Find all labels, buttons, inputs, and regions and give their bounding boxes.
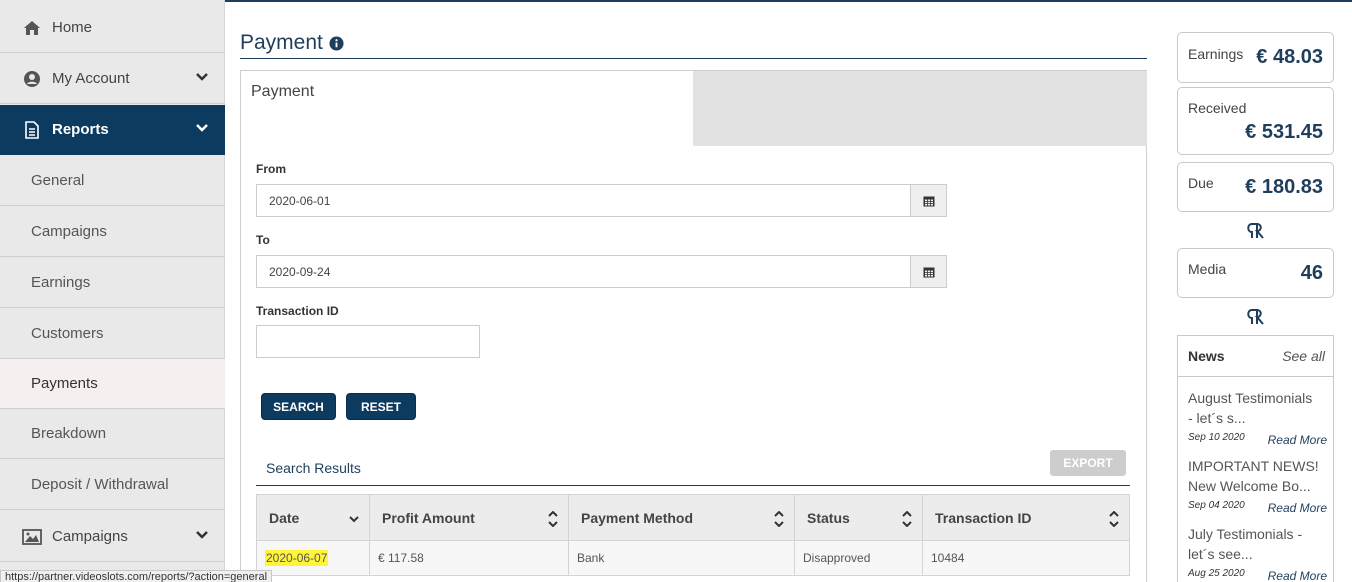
received-card: Received € 531.45 <box>1177 87 1334 155</box>
sidebar-item-general[interactable]: General <box>0 156 225 206</box>
sidebar-item-breakdown[interactable]: Breakdown <box>0 409 225 459</box>
sidebar-item-earnings[interactable]: Earnings <box>0 258 225 308</box>
results-divider <box>256 485 1130 486</box>
from-calendar-button[interactable] <box>910 184 947 217</box>
news-item-title[interactable]: August Testimonials - let´s s... <box>1188 388 1328 428</box>
title-divider <box>240 58 1147 59</box>
account-icon <box>22 69 42 89</box>
news-item-date: Sep 10 2020 <box>1188 432 1245 443</box>
search-results-title: Search Results <box>266 460 361 476</box>
transaction-id-input[interactable] <box>256 325 480 358</box>
sort-icon <box>548 511 558 527</box>
sort-icon <box>774 511 784 527</box>
sidebar-item-reports[interactable]: Reports <box>0 105 225 155</box>
sidebar-item-label: Payments <box>31 375 98 392</box>
sidebar-item-label: Customers <box>31 325 104 342</box>
sort-icon <box>902 511 912 527</box>
image-icon <box>22 527 42 547</box>
news-item-title[interactable]: July Testimonials - let´s see... <box>1188 524 1328 564</box>
chevron-down-icon <box>196 73 208 81</box>
from-date-input[interactable]: 2020-06-01 <box>256 184 911 217</box>
column-header-payment-method[interactable]: Payment Method <box>568 494 795 541</box>
news-divider <box>1178 376 1333 377</box>
sidebar-item-label: Reports <box>52 121 109 138</box>
table-cell-transaction-id: 10484 <box>922 541 1130 576</box>
calendar-icon <box>923 267 934 277</box>
media-card: Media 46 <box>1177 248 1334 298</box>
sidebar-item-payments[interactable]: Payments <box>0 359 225 409</box>
column-header-transaction-id[interactable]: Transaction ID <box>922 494 1130 541</box>
chevron-down-icon <box>196 124 208 132</box>
document-icon <box>22 120 42 140</box>
browser-status-bar: https://partner.videoslots.com/reports/?… <box>0 570 273 582</box>
to-calendar-button[interactable] <box>910 255 947 288</box>
due-card: Due € 180.83 <box>1177 162 1334 212</box>
sidebar: Home My Account Reports General Campaign… <box>0 0 225 582</box>
page-title-text: Payment <box>240 31 323 54</box>
sidebar-item-customers[interactable]: Customers <box>0 309 225 359</box>
sidebar-item-label: Home <box>52 19 93 36</box>
see-all-link[interactable]: See all <box>1282 348 1325 364</box>
page-title: Payment <box>240 31 344 55</box>
home-icon <box>22 18 42 38</box>
column-header-profit-amount[interactable]: Profit Amount <box>369 494 569 541</box>
earnings-card: Earnings € 48.03 <box>1177 32 1334 83</box>
sidebar-item-campaigns[interactable]: Campaigns <box>0 512 225 562</box>
sidebar-item-label: Earnings <box>31 274 91 291</box>
calendar-icon <box>923 196 934 206</box>
search-button[interactable]: SEARCH <box>261 393 336 420</box>
sidebar-item-label: Deposit / Withdrawal <box>31 476 169 493</box>
read-more-link[interactable]: Read More <box>1268 501 1327 515</box>
sidebar-item-campaigns-report[interactable]: Campaigns <box>0 207 225 257</box>
sidebar-item-label: Campaigns <box>31 223 107 240</box>
news-title: News <box>1188 348 1225 364</box>
table-cell-status: Disapproved <box>794 541 923 576</box>
table-cell-profit: € 117.58 <box>369 541 569 576</box>
brand-logo-icon <box>1247 223 1264 239</box>
tab-payment[interactable]: Payment <box>241 71 693 147</box>
sidebar-item-deposit-withdrawal[interactable]: Deposit / Withdrawal <box>0 460 225 510</box>
news-item-date: Aug 25 2020 <box>1188 568 1245 579</box>
news-item-date: Sep 04 2020 <box>1188 500 1245 511</box>
transaction-id-label: Transaction ID <box>256 304 339 318</box>
news-panel: News See all August Testimonials - let´s… <box>1177 335 1334 582</box>
sidebar-item-label: General <box>31 172 85 189</box>
table-cell-method: Bank <box>568 541 795 576</box>
news-item-title[interactable]: IMPORTANT NEWS! New Welcome Bo... <box>1188 456 1328 496</box>
export-button[interactable]: EXPORT <box>1050 450 1126 476</box>
chevron-down-icon <box>196 531 208 539</box>
read-more-link[interactable]: Read More <box>1268 433 1327 447</box>
to-label: To <box>256 233 270 247</box>
top-border <box>224 0 1352 2</box>
tab-bar-fill <box>693 71 1147 146</box>
column-header-status[interactable]: Status <box>794 494 923 541</box>
table-cell-date: 2020-06-07 <box>256 541 370 576</box>
sidebar-item-my-account[interactable]: My Account <box>0 54 225 104</box>
sort-desc-icon <box>349 516 359 523</box>
info-icon[interactable] <box>329 35 344 51</box>
sort-icon <box>1109 511 1119 527</box>
from-label: From <box>256 162 286 176</box>
brand-logo-icon <box>1247 309 1264 325</box>
sidebar-item-label: My Account <box>52 70 130 87</box>
sidebar-item-label: Campaigns <box>52 528 128 545</box>
reset-button[interactable]: RESET <box>346 393 416 420</box>
sidebar-item-label: Breakdown <box>31 425 107 442</box>
column-header-date[interactable]: Date <box>256 494 370 541</box>
read-more-link[interactable]: Read More <box>1268 569 1327 582</box>
sidebar-item-home[interactable]: Home <box>0 3 225 53</box>
app-root: Home My Account Reports General Campaign… <box>0 0 1352 582</box>
to-date-input[interactable]: 2020-09-24 <box>256 255 911 288</box>
